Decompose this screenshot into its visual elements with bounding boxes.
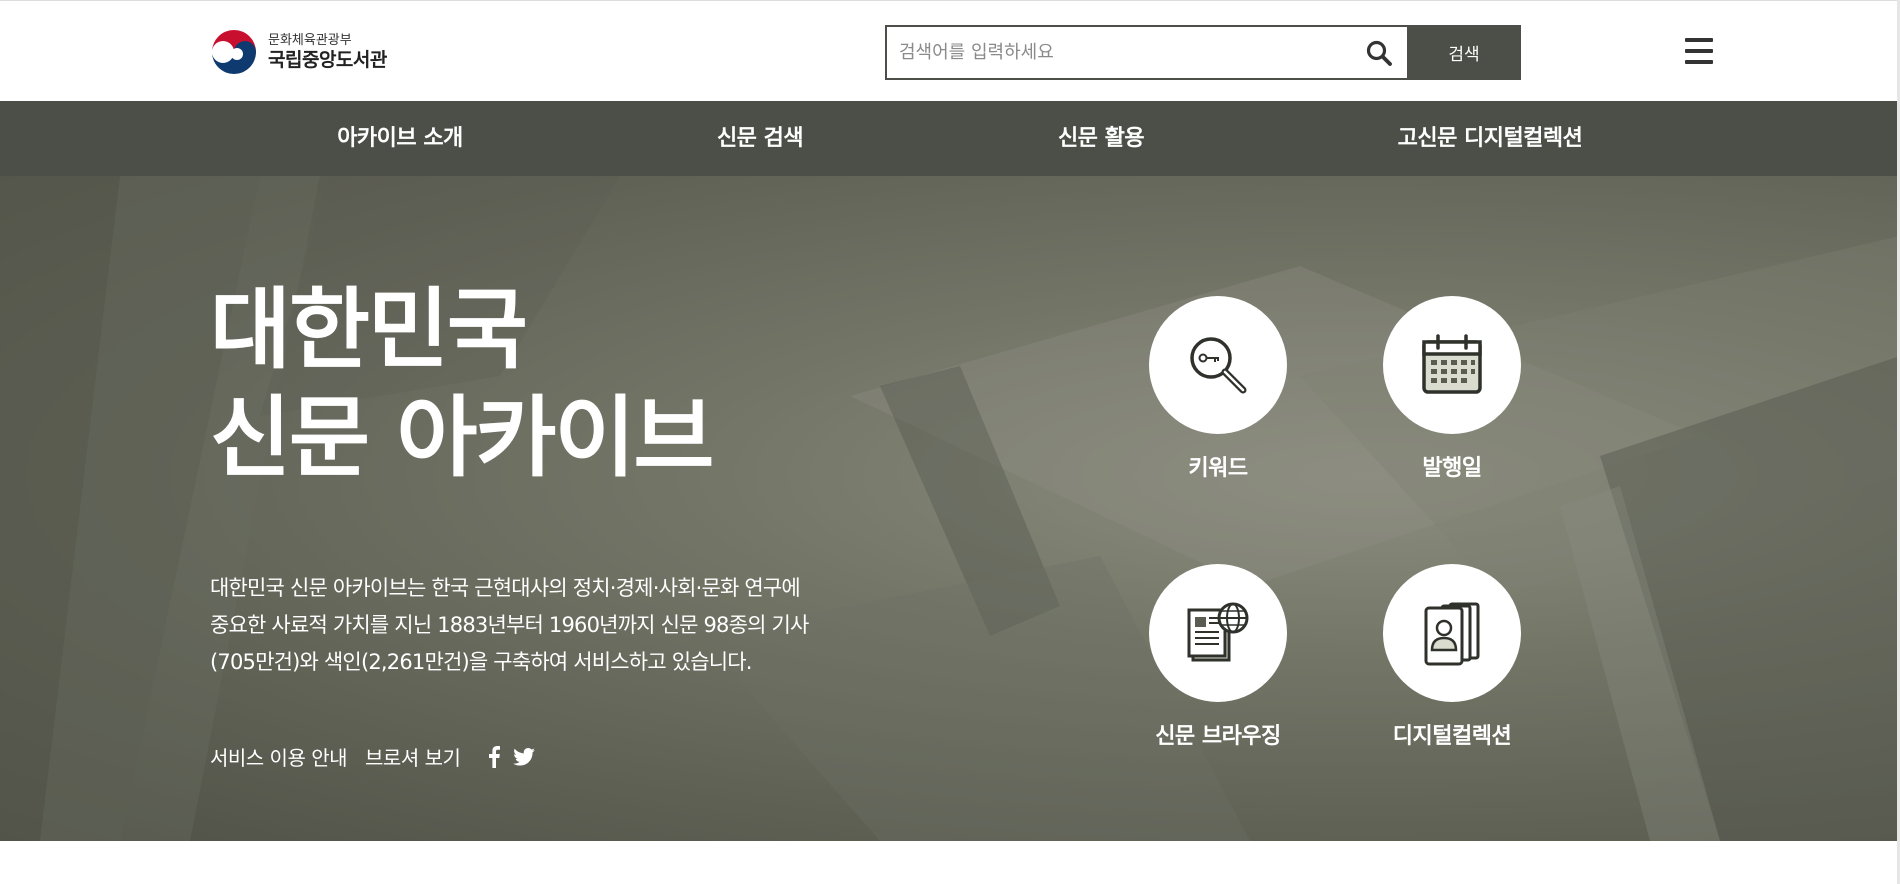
quick-digital-collection-label: 디지털컬렉션 — [1392, 724, 1512, 749]
portrait-cards-icon — [1424, 602, 1480, 666]
quick-keyword-circle[interactable] — [1149, 296, 1287, 434]
hero-links: 서비스 이용 안내 브로셔 보기 — [210, 742, 538, 771]
newspaper-globe-icon — [1187, 602, 1249, 662]
hamburger-icon-bar — [1685, 49, 1713, 53]
brochure-link[interactable]: 브로셔 보기 — [365, 742, 461, 771]
main-nav: 아카이브 소개 신문 검색 신문 활용 고신문 디지털컬렉션 — [0, 101, 1900, 176]
nav-item-digital-collection[interactable]: 고신문 디지털컬렉션 — [1398, 101, 1583, 176]
nav-item-newspaper-search[interactable]: 신문 검색 — [717, 101, 804, 176]
quick-digital-collection[interactable]: 디지털컬렉션 — [1362, 564, 1542, 750]
twitter-icon[interactable] — [510, 743, 538, 771]
quick-newspaper-browsing[interactable]: 신문 브라우징 — [1128, 564, 1308, 750]
calendar-icon — [1422, 334, 1482, 394]
site-logo[interactable]: 문화체육관광부 국립중앙도서관 — [210, 27, 410, 77]
search-box: 검색 — [885, 25, 1521, 80]
hero-banner: 대한민국 신문 아카이브 대한민국 신문 아카이브는 한국 근현대사의 정치·경… — [0, 176, 1900, 841]
search-icon-button[interactable] — [1351, 27, 1407, 78]
quick-keyword[interactable]: 키워드 — [1128, 296, 1308, 482]
logo-ministry-text: 문화체육관광부 — [268, 33, 352, 48]
search-icon — [1366, 40, 1392, 66]
hamburger-menu-button[interactable] — [1680, 35, 1718, 67]
keyword-search-icon — [1190, 337, 1247, 394]
hamburger-icon-bar — [1685, 60, 1713, 64]
nav-item-archive-intro[interactable]: 아카이브 소개 — [337, 101, 463, 176]
taegeuk-logo-icon — [212, 30, 256, 74]
search-input[interactable] — [887, 27, 1351, 78]
quick-digital-collection-circle[interactable] — [1383, 564, 1521, 702]
quick-publish-date-circle[interactable] — [1383, 296, 1521, 434]
hamburger-icon-bar — [1685, 38, 1713, 42]
logo-library-name: 국립중앙도서관 — [268, 49, 387, 71]
quick-keyword-label: 키워드 — [1188, 456, 1248, 481]
quick-publish-date-label: 발행일 — [1422, 456, 1482, 481]
hero-description: 대한민국 신문 아카이브는 한국 근현대사의 정치·경제·사회·문화 연구에 중… — [210, 576, 809, 674]
service-guide-link[interactable]: 서비스 이용 안내 — [210, 742, 348, 771]
hero-title-line2: 신문 아카이브 — [210, 386, 714, 489]
site-header: 문화체육관광부 국립중앙도서관 검색 — [0, 0, 1900, 101]
hero-title: 대한민국 신문 아카이브 — [210, 276, 714, 492]
quick-publish-date[interactable]: 발행일 — [1362, 296, 1542, 482]
search-submit-button[interactable]: 검색 — [1407, 25, 1521, 80]
quick-newspaper-browsing-label: 신문 브라우징 — [1155, 724, 1281, 749]
hero-title-line1: 대한민국 — [210, 278, 528, 381]
nav-item-newspaper-use[interactable]: 신문 활용 — [1058, 101, 1145, 176]
facebook-icon[interactable] — [480, 743, 508, 771]
quick-newspaper-browsing-circle[interactable] — [1149, 564, 1287, 702]
